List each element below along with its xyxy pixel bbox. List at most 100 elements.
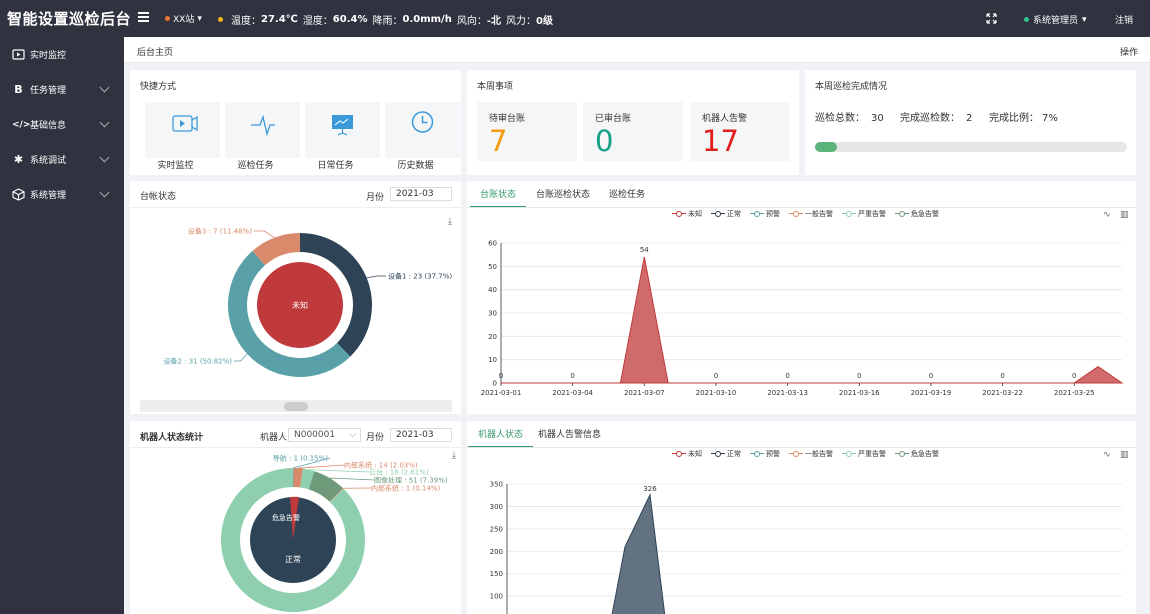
y-tick-label: 40 — [488, 286, 497, 294]
x-tick-label: 2021-03-13 — [767, 389, 808, 397]
shortcut-history[interactable] — [385, 102, 460, 158]
x-tick-label: 2021-03-04 — [552, 389, 593, 397]
line-chart-icon[interactable]: ∿ — [1103, 450, 1111, 460]
legend-item[interactable]: 正常 — [711, 209, 741, 219]
data-label: 0 — [570, 372, 574, 380]
shortcut-monitor[interactable] — [145, 102, 220, 158]
sidebar-item-label: 实时监控 — [30, 51, 67, 61]
station-selector[interactable]: XX站 ▾ — [165, 12, 202, 25]
bar-chart-icon[interactable]: ▥ — [1120, 210, 1129, 220]
ledger-status-card: 台帐状态 月份 2021-03 ⤓ 未知 设备1 : 23 (37.7%) 设备2 … — [130, 181, 461, 414]
pie-slice-label: 设备2 : 31 (50.82%) — [163, 357, 232, 366]
breadcrumb-home[interactable]: 后台主页 — [137, 45, 173, 58]
shortcut-label: 实时监控 — [157, 161, 194, 171]
legend-item[interactable]: 预警 — [750, 449, 780, 459]
month-input[interactable]: 2021-03 — [390, 187, 452, 201]
sidebar-item-label: 系统管理 — [30, 191, 67, 201]
total-label: 巡检总数： — [815, 113, 865, 124]
cube-icon — [12, 188, 25, 201]
legend-item[interactable]: 一般告警 — [789, 449, 833, 459]
legend-item[interactable]: 预警 — [750, 209, 780, 219]
x-tick-label: 2021-03-10 — [696, 389, 737, 397]
robot-alarm-stat[interactable]: 机器人告警 17 — [690, 102, 790, 161]
pager-handle[interactable] — [284, 402, 308, 411]
data-label: 0 — [857, 372, 861, 380]
robot-pie-chart: 危急告警正常导航 : 1 (0.15%)内部系统 : 14 (2.03%)云台 … — [221, 454, 448, 612]
card-title: 本周巡检完成情况 — [815, 82, 888, 92]
presentation-icon — [332, 115, 353, 136]
sidebar-item-monitor[interactable]: 实时监控 — [0, 37, 124, 72]
pie-label-line — [366, 275, 386, 279]
wind-dir-value: -北 — [486, 16, 501, 27]
pending-ledger-stat[interactable]: 待审台账 7 — [477, 102, 577, 161]
tab-patrol-task[interactable]: 巡检任务 — [609, 187, 645, 200]
shortcuts-card: 快捷方式 实时监控 巡检任务 日常任务 历史数据 — [130, 70, 461, 175]
wind-power-label: 风力： — [505, 16, 536, 27]
tab-ledger-status[interactable]: 台账状态 — [469, 187, 527, 208]
user-menu[interactable]: 系统管理员 ▾ — [1024, 13, 1087, 26]
top-bar: 智能设置巡检后台 XX站 ▾ 温度： 27.4℃ 湿度： 60.4% 降雨： 0.0m… — [0, 0, 1150, 37]
online-dot-icon — [1024, 17, 1029, 22]
approved-ledger-stat[interactable]: 已审台账 0 — [583, 102, 683, 161]
sidebar-item-debug[interactable]: ✱ 系统调试 — [0, 142, 124, 177]
rain-value: 0.0mm/h — [402, 14, 452, 25]
logout-button[interactable]: 注销 — [1115, 13, 1133, 26]
line-chart-icon[interactable]: ∿ — [1103, 210, 1111, 220]
robot-area-chart: 100 150 200 250 300 350 326 — [490, 481, 1122, 614]
fullscreen-icon[interactable] — [986, 13, 997, 24]
bold-b-icon: B — [14, 83, 23, 96]
caret-down-icon: ▾ — [1082, 14, 1087, 25]
sidebar-item-tasks[interactable]: B 任务管理 — [0, 72, 124, 107]
legend-item[interactable]: 未知 — [672, 209, 702, 219]
done-value: 2 — [966, 113, 973, 124]
shortcut-label: 巡检任务 — [237, 161, 274, 171]
robot-status-card: 机器人状态统计 机器人 N000001 ⌵ 月份 2021-03 ⤓ 危急告警 正常… — [130, 421, 461, 614]
ratio-value: 7% — [1042, 113, 1058, 124]
chevron-down-icon — [99, 117, 110, 128]
total-value: 30 — [871, 113, 884, 124]
legend-item[interactable]: 严重告警 — [842, 449, 886, 459]
stat-label: 待审台账 — [489, 114, 526, 124]
x-tick-label: 2021-03-25 — [1054, 389, 1095, 397]
action-menu[interactable]: 操作 — [1120, 45, 1138, 58]
pie-center-label: 未知 — [292, 300, 308, 310]
clock-icon — [411, 111, 434, 133]
wind-dir-label: 风向： — [456, 16, 487, 27]
legend-item[interactable]: 危急告警 — [895, 449, 939, 459]
legend-item[interactable]: 一般告警 — [789, 209, 833, 219]
progress-bar — [815, 142, 1127, 152]
bar-chart-icon[interactable]: ▥ — [1120, 450, 1129, 460]
gear-icon: ✱ — [13, 153, 24, 166]
progress-card: 本周巡检完成情况 巡检总数： 30 完成巡检数： 2 完成比例： 7% — [805, 70, 1136, 175]
y-tick-label: 50 — [488, 263, 497, 271]
weather-info: 温度： 27.4℃ 湿度： 60.4% 降雨： 0.0mm/h 风向： -北 风力： 0级 — [218, 12, 558, 27]
legend-item[interactable]: 正常 — [711, 449, 741, 459]
legend-item[interactable]: 未知 — [672, 449, 702, 459]
chart-legend: 未知 正常 预警 一般告警 严重告警 危急告警 — [672, 209, 939, 219]
y-tick-label: 350 — [490, 481, 503, 489]
tab-robot-status[interactable]: 机器人状态 — [467, 427, 534, 448]
legend-item[interactable]: 危急告警 — [895, 209, 939, 219]
stat-value: 17 — [702, 124, 739, 158]
ledger-area-chart: 01020304050602021-03-01 2021-03-04 2021-03… — [481, 240, 1124, 397]
sidebar-item-system[interactable]: 系统管理 — [0, 177, 124, 212]
legend-item[interactable]: 严重告警 — [842, 209, 886, 219]
code-icon: </> — [12, 119, 31, 130]
data-label: 326 — [643, 485, 657, 493]
shortcut-patrol[interactable] — [225, 102, 300, 158]
menu-toggle-icon[interactable] — [138, 12, 149, 23]
robot-select[interactable]: N000001 ⌵ — [288, 428, 361, 442]
pie-label-line — [308, 469, 371, 473]
pie-slice-label: 云台 : 18 (2.61%) — [369, 468, 429, 477]
y-tick-label: 100 — [490, 593, 503, 601]
wind-power-value: 0级 — [535, 16, 553, 27]
tab-ledger-patrol[interactable]: 台账巡检状态 — [536, 187, 590, 200]
rain-label: 降雨： — [372, 16, 403, 27]
humidity-label: 湿度： — [302, 16, 333, 27]
sidebar-item-basic-info[interactable]: </> 基础信息 — [0, 107, 124, 142]
area-series — [611, 493, 666, 614]
tab-robot-alarm[interactable]: 机器人告警信息 — [538, 427, 601, 440]
month-input[interactable]: 2021-03 — [390, 428, 452, 442]
station-dot-icon — [165, 16, 170, 21]
shortcut-daily[interactable] — [305, 102, 380, 158]
